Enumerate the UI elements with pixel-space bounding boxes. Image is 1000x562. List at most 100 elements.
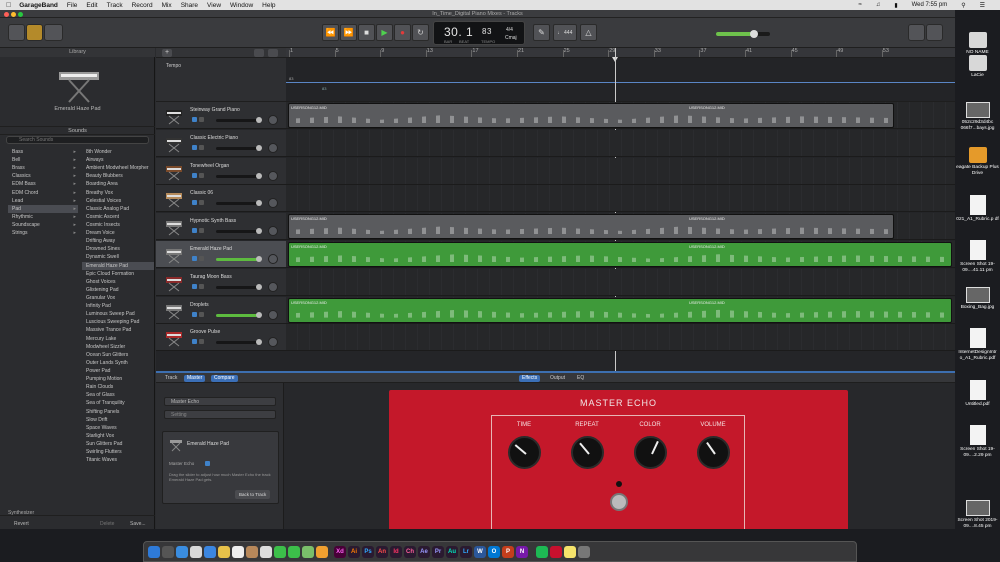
- metronome-icon[interactable]: △: [580, 24, 597, 41]
- echo-send-knob[interactable]: [205, 461, 210, 466]
- color-knob[interactable]: [634, 436, 667, 469]
- volume-icon[interactable]: ♫: [876, 2, 881, 8]
- sound-item[interactable]: Swirling Flutters: [82, 448, 154, 456]
- midi-region[interactable]: USERSONG12.MID USERSONG12.MID: [288, 297, 952, 323]
- back-to-track-button[interactable]: Back to Track: [235, 490, 271, 499]
- master-volume-knob[interactable]: [750, 30, 758, 38]
- desktop-file[interactable]: eagate Backup Plus Drive: [955, 147, 1000, 176]
- sound-item[interactable]: Beauty Blubbers: [82, 172, 154, 180]
- garageband-icon[interactable]: [316, 546, 328, 558]
- tab-output[interactable]: Output: [547, 375, 568, 382]
- sound-item[interactable]: Cosmic Insects: [82, 221, 154, 229]
- track-volume-slider[interactable]: [216, 119, 260, 122]
- category-item[interactable]: Bass ▸: [8, 148, 78, 156]
- desktop-file[interactable]: Untitled.pdf: [955, 380, 1000, 408]
- chrome-icon[interactable]: [190, 546, 202, 558]
- dock-app-icon[interactable]: An: [376, 546, 388, 558]
- menu-track[interactable]: Track: [107, 2, 123, 9]
- midi-region[interactable]: USERSONG12.MID USERSONG12.MID: [288, 103, 894, 128]
- menu-mix[interactable]: Mix: [162, 2, 172, 9]
- menu-help[interactable]: Help: [262, 2, 275, 9]
- scissors-icon[interactable]: [44, 24, 63, 41]
- apple-icon[interactable]: : [6, 2, 11, 9]
- pan-knob[interactable]: [268, 281, 278, 292]
- track-volume-slider[interactable]: [216, 202, 260, 206]
- dock-app-icon[interactable]: P: [502, 546, 514, 558]
- headphones-icon[interactable]: [199, 144, 204, 150]
- track-header[interactable]: Tonewheel Organ: [156, 157, 286, 185]
- cycle-button[interactable]: ↻: [412, 24, 429, 41]
- time-knob[interactable]: [508, 436, 541, 469]
- finder-icon[interactable]: [148, 546, 160, 558]
- pan-knob[interactable]: [268, 198, 278, 209]
- track-header[interactable]: Classic 06: [156, 185, 286, 213]
- dock-app-icon[interactable]: Ps: [362, 546, 374, 558]
- sound-item[interactable]: Massive Trance Pad: [82, 326, 154, 334]
- sound-item[interactable]: Modwheel Sizzler: [82, 343, 154, 351]
- track-lane[interactable]: [286, 324, 955, 352]
- spotify-icon[interactable]: [536, 546, 548, 558]
- headphones-icon[interactable]: [199, 311, 204, 317]
- sound-item[interactable]: Ocean Sun Glitters: [82, 351, 154, 359]
- headphones-icon[interactable]: [199, 172, 204, 178]
- sound-item[interactable]: Luminous Sweep Pad: [82, 310, 154, 318]
- stickies-icon[interactable]: [564, 546, 576, 558]
- menu-record[interactable]: Record: [132, 2, 153, 9]
- track-volume-slider[interactable]: [216, 146, 260, 150]
- setting-select[interactable]: Setting: [164, 410, 276, 419]
- dock-app-icon[interactable]: Xd: [334, 546, 346, 558]
- track-volume-slider[interactable]: [216, 174, 260, 178]
- menu-share[interactable]: Share: [181, 2, 198, 9]
- sound-item[interactable]: Infinity Pad: [82, 302, 154, 310]
- track-volume-knob[interactable]: [256, 256, 262, 262]
- headphones-icon[interactable]: [199, 117, 204, 122]
- delete-button[interactable]: Delete: [100, 520, 114, 528]
- headphones-icon[interactable]: [199, 339, 204, 345]
- mute-icon[interactable]: [192, 228, 197, 234]
- trash-icon[interactable]: [578, 546, 590, 558]
- tuner-icon[interactable]: ✎: [533, 24, 550, 41]
- headphones-icon[interactable]: [199, 256, 204, 261]
- pan-knob[interactable]: [268, 115, 278, 125]
- sound-item[interactable]: Sea of Tranquility: [82, 399, 154, 407]
- safari-icon[interactable]: [176, 546, 188, 558]
- record-button[interactable]: ●: [394, 24, 411, 41]
- sound-item[interactable]: Rain Clouds: [82, 383, 154, 391]
- track-volume-slider[interactable]: [216, 258, 260, 261]
- sound-item[interactable]: Emerald Haze Pad: [82, 261, 154, 270]
- sound-item[interactable]: Pumping Motion: [82, 375, 154, 383]
- add-track-button[interactable]: +: [162, 49, 172, 57]
- sound-item[interactable]: 8th Wonder: [82, 148, 154, 156]
- track-header[interactable]: Classic Electric Piano: [156, 129, 286, 157]
- sound-search-input[interactable]: Search Sounds: [6, 136, 149, 144]
- track-lane[interactable]: [286, 129, 955, 157]
- track-lane[interactable]: [286, 185, 955, 213]
- track-lane[interactable]: USERSONG12.MID USERSONG12.MID: [286, 241, 955, 268]
- track-lane[interactable]: USERSONG12.MID USERSONG12.MID: [286, 213, 955, 241]
- contacts-icon[interactable]: [246, 546, 258, 558]
- track-lane[interactable]: USERSONG12.MID USERSONG12.MID: [286, 296, 955, 324]
- headphones-icon[interactable]: [199, 283, 204, 289]
- facetime-icon[interactable]: [288, 546, 300, 558]
- mail-icon[interactable]: [204, 546, 216, 558]
- dock-app-icon[interactable]: N: [516, 546, 528, 558]
- desktop-file[interactable]: NO NAME: [955, 32, 1000, 56]
- sound-item[interactable]: Sea of Glass: [82, 391, 154, 399]
- tab-track[interactable]: Track: [162, 375, 180, 382]
- mute-icon[interactable]: [192, 283, 197, 289]
- category-item[interactable]: Rhythmic ▸: [8, 213, 78, 221]
- dock-app-icon[interactable]: Id: [390, 546, 402, 558]
- desktop-file[interactable]: Screen Shot 19-09....2.29 pm: [955, 425, 1000, 458]
- sound-item[interactable]: Drowned Sines: [82, 245, 154, 253]
- mute-icon[interactable]: [192, 172, 197, 178]
- desktop-file[interactable]: Screen Shot 2019-09....8.45 pm: [955, 500, 1000, 529]
- master-volume-slider[interactable]: [716, 30, 770, 38]
- sound-item[interactable]: Cosmic Ascent: [82, 213, 154, 221]
- revert-button[interactable]: Revert: [14, 520, 29, 528]
- midi-region[interactable]: USERSONG12.MID USERSONG12.MID: [288, 214, 894, 240]
- dock-app-icon[interactable]: Ch: [404, 546, 416, 558]
- headphones-icon[interactable]: [199, 200, 204, 206]
- track-header[interactable]: Hypnotic Synth Bass: [156, 213, 286, 241]
- sound-item[interactable]: Drifting Away: [82, 237, 154, 245]
- sound-item[interactable]: Sun Glitters Pad: [82, 440, 154, 448]
